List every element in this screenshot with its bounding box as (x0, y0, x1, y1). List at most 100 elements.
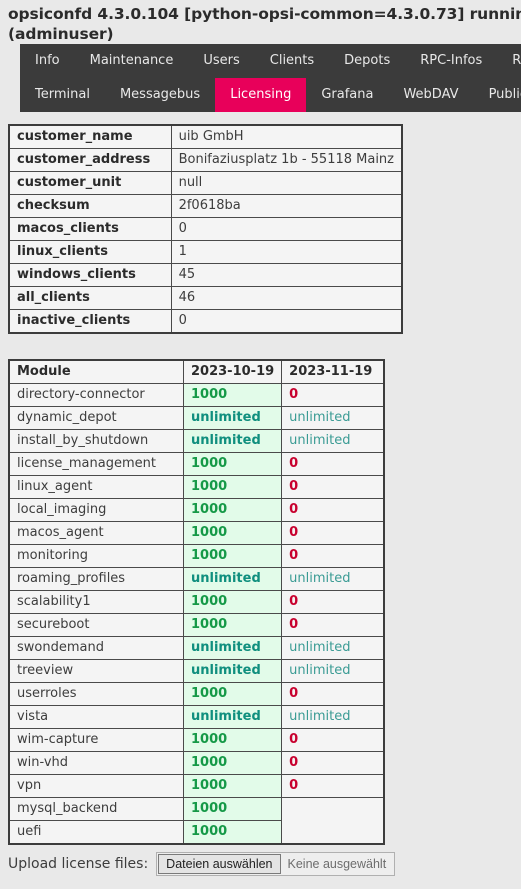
table-row: all_clients 46 (8, 286, 403, 310)
module-value-text: 1000 (191, 801, 228, 816)
customer-field-key: inactive_clients (8, 309, 172, 334)
customer-field-key: customer_unit (8, 171, 172, 195)
customer-field-key: customer_name (8, 124, 172, 149)
module-value-date-1: 1000 (182, 797, 283, 821)
module-value-text: 0 (289, 778, 299, 793)
module-value-text: 1000 (191, 525, 228, 540)
module-name-cell: directory-connector (8, 383, 184, 407)
nav-item-rpc-interfa[interactable]: RPC-Interfa (497, 44, 521, 78)
table-row: macos_agent 1000 0 (8, 521, 385, 545)
page-title-line-2: (adminuser) (8, 25, 114, 43)
module-value-text: unlimited (191, 571, 261, 586)
nav-item-users[interactable]: Users (188, 44, 254, 78)
module-value-date-1: 1000 (182, 383, 283, 407)
module-name-cell: license_management (8, 452, 184, 476)
nav-item-info[interactable]: Info (20, 44, 75, 78)
module-value-text: unlimited (191, 709, 261, 724)
nav-item-clients[interactable]: Clients (255, 44, 329, 78)
nav-item-maintenance[interactable]: Maintenance (75, 44, 189, 78)
module-value-date-1: 1000 (182, 475, 283, 499)
customer-field-key: all_clients (8, 286, 172, 310)
module-value-date-1: 1000 (182, 498, 283, 522)
customer-field-key: macos_clients (8, 217, 172, 241)
module-name-cell: userroles (8, 682, 184, 706)
customer-field-value: 0 (170, 309, 403, 334)
nav-item-rpc-infos[interactable]: RPC-Infos (405, 44, 497, 78)
module-value-text: 1000 (191, 456, 228, 471)
module-name-cell: scalability1 (8, 590, 184, 614)
module-value-date-2: 0 (281, 544, 385, 568)
module-value-date-1: 1000 (182, 751, 283, 775)
module-value-text: 0 (289, 732, 299, 747)
module-value-date-2: 0 (281, 682, 385, 706)
table-row: wim-capture 1000 0 (8, 728, 385, 752)
table-row: win-vhd 1000 0 (8, 751, 385, 775)
table-row: macos_clients 0 (8, 217, 403, 241)
table-row: secureboot 1000 0 (8, 613, 385, 637)
table-row: checksum 2f0618ba (8, 194, 403, 218)
module-name-cell: vpn (8, 774, 184, 798)
module-value-date-1: unlimited (182, 429, 283, 453)
module-value-date-2: 0 (281, 475, 385, 499)
module-name-cell: linux_agent (8, 475, 184, 499)
nav-item-depots[interactable]: Depots (329, 44, 405, 78)
modules-header-row: Module 2023-10-19 2023-11-19 (8, 359, 385, 384)
module-value-text: unlimited (289, 663, 351, 678)
customer-field-value: 46 (170, 286, 403, 310)
file-input-control[interactable]: Dateien auswählen Keine ausgewählt (156, 852, 396, 876)
nav-row-secondary: Terminal Messagebus Licensing Grafana WebDAV… (20, 78, 521, 112)
table-row: vista unlimited unlimited (8, 705, 385, 729)
module-value-text: 1000 (191, 732, 228, 747)
table-row: customer_address Bonifaziusplatz 1b - 551… (8, 148, 403, 172)
module-value-text: 0 (289, 594, 299, 609)
choose-files-button[interactable]: Dateien auswählen (158, 854, 281, 874)
module-value-date-2: 0 (281, 774, 385, 798)
module-value-date-2: unlimited (281, 429, 385, 453)
module-name-cell: roaming_profiles (8, 567, 184, 591)
customer-info-table: customer_name uib GmbH customer_address Bon… (8, 124, 403, 334)
module-value-text: 1000 (191, 502, 228, 517)
module-value-date-1: 1000 (182, 820, 283, 845)
nav-item-public[interactable]: Public (474, 78, 521, 112)
module-value-text: 1000 (191, 387, 228, 402)
customer-field-value: 1 (170, 240, 403, 264)
nav-item-terminal[interactable]: Terminal (20, 78, 105, 112)
module-value-date-2: 0 (281, 613, 385, 637)
customer-field-value: 45 (170, 263, 403, 287)
nav-item-messagebus[interactable]: Messagebus (105, 78, 215, 112)
table-row: directory-connector 1000 0 (8, 383, 385, 407)
nav-item-licensing[interactable]: Licensing (215, 78, 307, 112)
module-value-date-2: 0 (281, 751, 385, 775)
module-value-date-1: 1000 (182, 682, 283, 706)
module-name-cell: local_imaging (8, 498, 184, 522)
module-value-date-1: 1000 (182, 728, 283, 752)
main-navigation: Info Maintenance Users Clients Depots RPC-Inf… (20, 44, 521, 112)
module-value-date-2: 0 (281, 452, 385, 476)
module-name-cell: swondemand (8, 636, 184, 660)
module-value-date-2: unlimited (281, 406, 385, 430)
module-name-cell: treeview (8, 659, 184, 683)
module-value-date-2: 0 (281, 383, 385, 407)
nav-item-webdav[interactable]: WebDAV (388, 78, 473, 112)
customer-field-key: checksum (8, 194, 172, 218)
module-value-text: unlimited (289, 571, 351, 586)
module-value-date-2: unlimited (281, 567, 385, 591)
license-upload-row: Upload license files: Dateien auswählen … (8, 852, 396, 876)
module-value-date-1: unlimited (182, 567, 283, 591)
module-value-text: unlimited (289, 410, 351, 425)
module-value-text: 0 (289, 755, 299, 770)
module-value-text: 0 (289, 456, 299, 471)
module-value-date-1: 1000 (182, 774, 283, 798)
module-name-cell: install_by_shutdown (8, 429, 184, 453)
customer-field-value: 0 (170, 217, 403, 241)
module-value-date-1: unlimited (182, 705, 283, 729)
module-name-cell: macos_agent (8, 521, 184, 545)
module-value-text: 1000 (191, 778, 228, 793)
module-value-date-1: unlimited (182, 406, 283, 430)
table-row: scalability1 1000 0 (8, 590, 385, 614)
module-value-date-1: 1000 (182, 521, 283, 545)
customer-field-value: 2f0618ba (170, 194, 403, 218)
table-row: mysql_backend 1000 (8, 797, 384, 821)
module-value-text: 1000 (191, 479, 228, 494)
nav-item-grafana[interactable]: Grafana (306, 78, 388, 112)
